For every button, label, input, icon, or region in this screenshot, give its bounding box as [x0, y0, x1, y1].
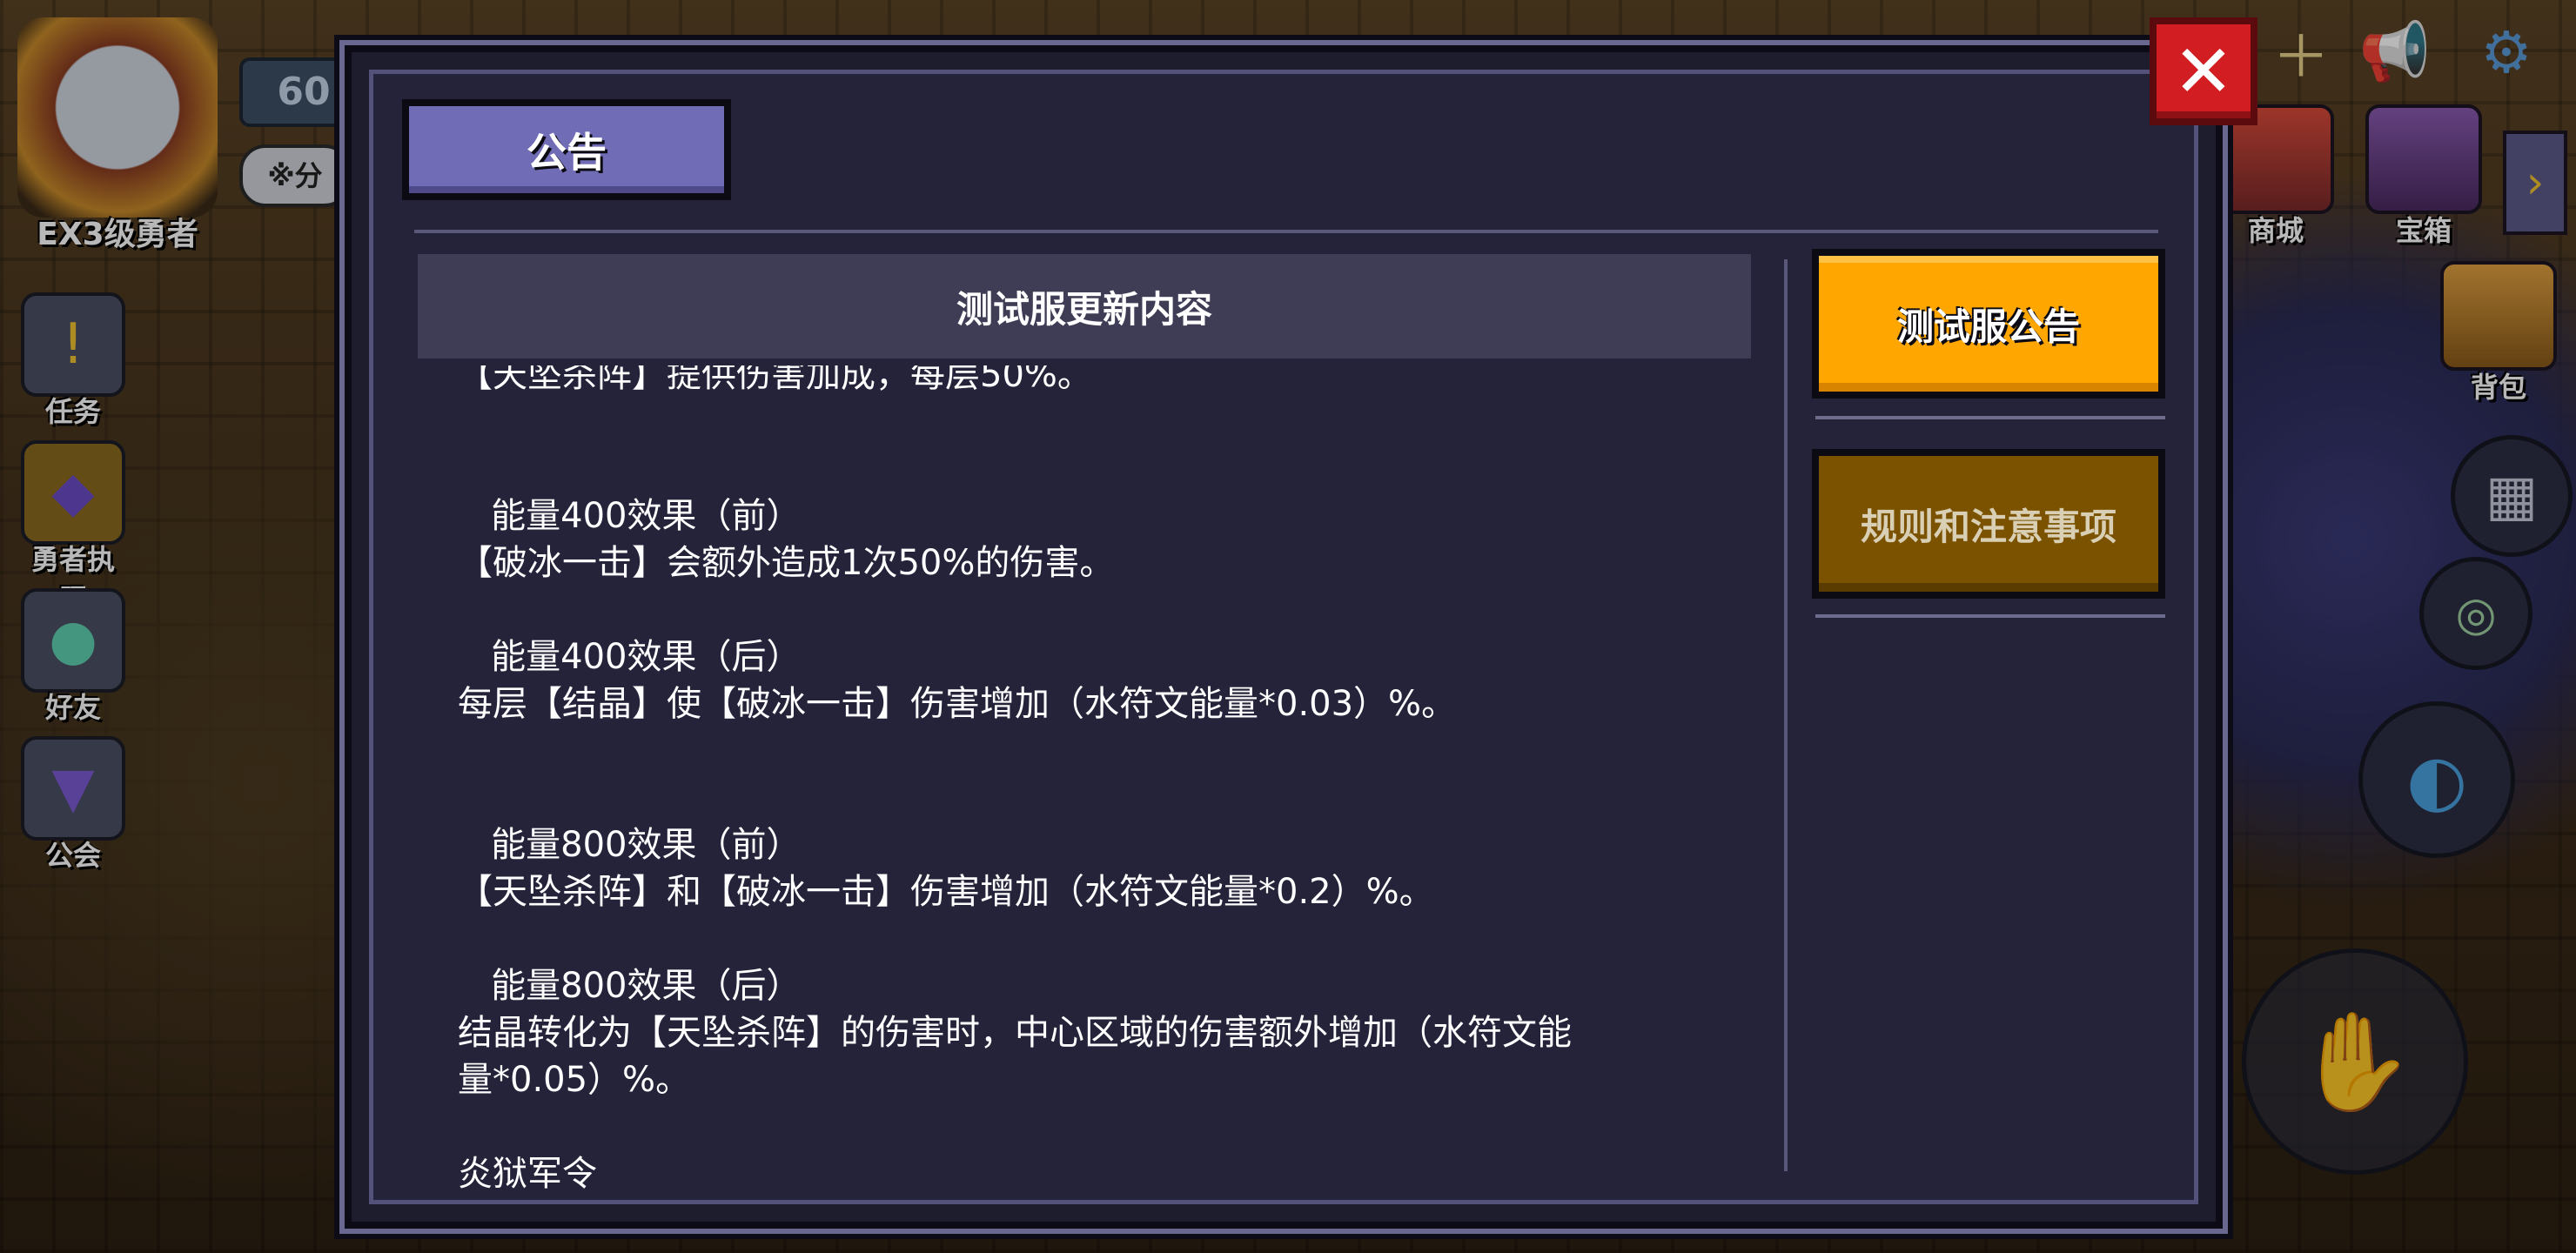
content-line: 每层【结晶】使【破冰一击】伤害增加（水符文能量*0.03）%。 [458, 684, 1457, 724]
content-line: 【天坠杀阵】和【破冰一击】伤害增加（水符文能量*0.2）%。 [458, 872, 1434, 912]
content-line [458, 727, 1754, 774]
tab-test-server-notice[interactable]: 测试服公告 [1812, 249, 2165, 399]
content-line [458, 1103, 1754, 1150]
side-divider [1815, 416, 2165, 419]
content-line [458, 915, 1754, 962]
content-line [458, 774, 1754, 821]
content-line: 炎狱军令 [458, 1154, 597, 1194]
content-line: 能量800效果（后） [458, 966, 802, 1006]
content-line: 【天坠杀阵】提供伤害加成，每层50%。 [458, 365, 1092, 395]
announcement-content-scroll[interactable]: 【天坠杀阵】提供伤害加成，每层50%。 能量400效果（前） 【破冰一击】会额外造… [458, 365, 1754, 1194]
content-line: 能量800效果（前） [458, 825, 802, 865]
content-line: 能量400效果（后） [458, 637, 802, 677]
content-line: 结晶转化为【天坠杀阵】的伤害时，中心区域的伤害额外增加（水符文能 量*0.05）… [458, 1013, 1572, 1100]
vertical-divider [1784, 259, 1788, 1171]
content-line: 【破冰一击】会额外造成1次50%的伤害。 [458, 543, 1115, 583]
close-icon: ✕ [2172, 29, 2235, 114]
content-title: 测试服更新内容 [418, 254, 1751, 358]
side-divider [1815, 614, 2165, 618]
content-line [458, 446, 1754, 492]
close-button[interactable]: ✕ [2150, 17, 2257, 125]
content-line [458, 399, 1754, 446]
content-line: 能量400效果（前） [458, 496, 802, 536]
tab-rules-and-notes[interactable]: 规则和注意事项 [1812, 449, 2165, 599]
announcement-title-tab: 公告 [402, 99, 731, 200]
content-line [458, 586, 1754, 633]
header-divider [414, 230, 2158, 233]
